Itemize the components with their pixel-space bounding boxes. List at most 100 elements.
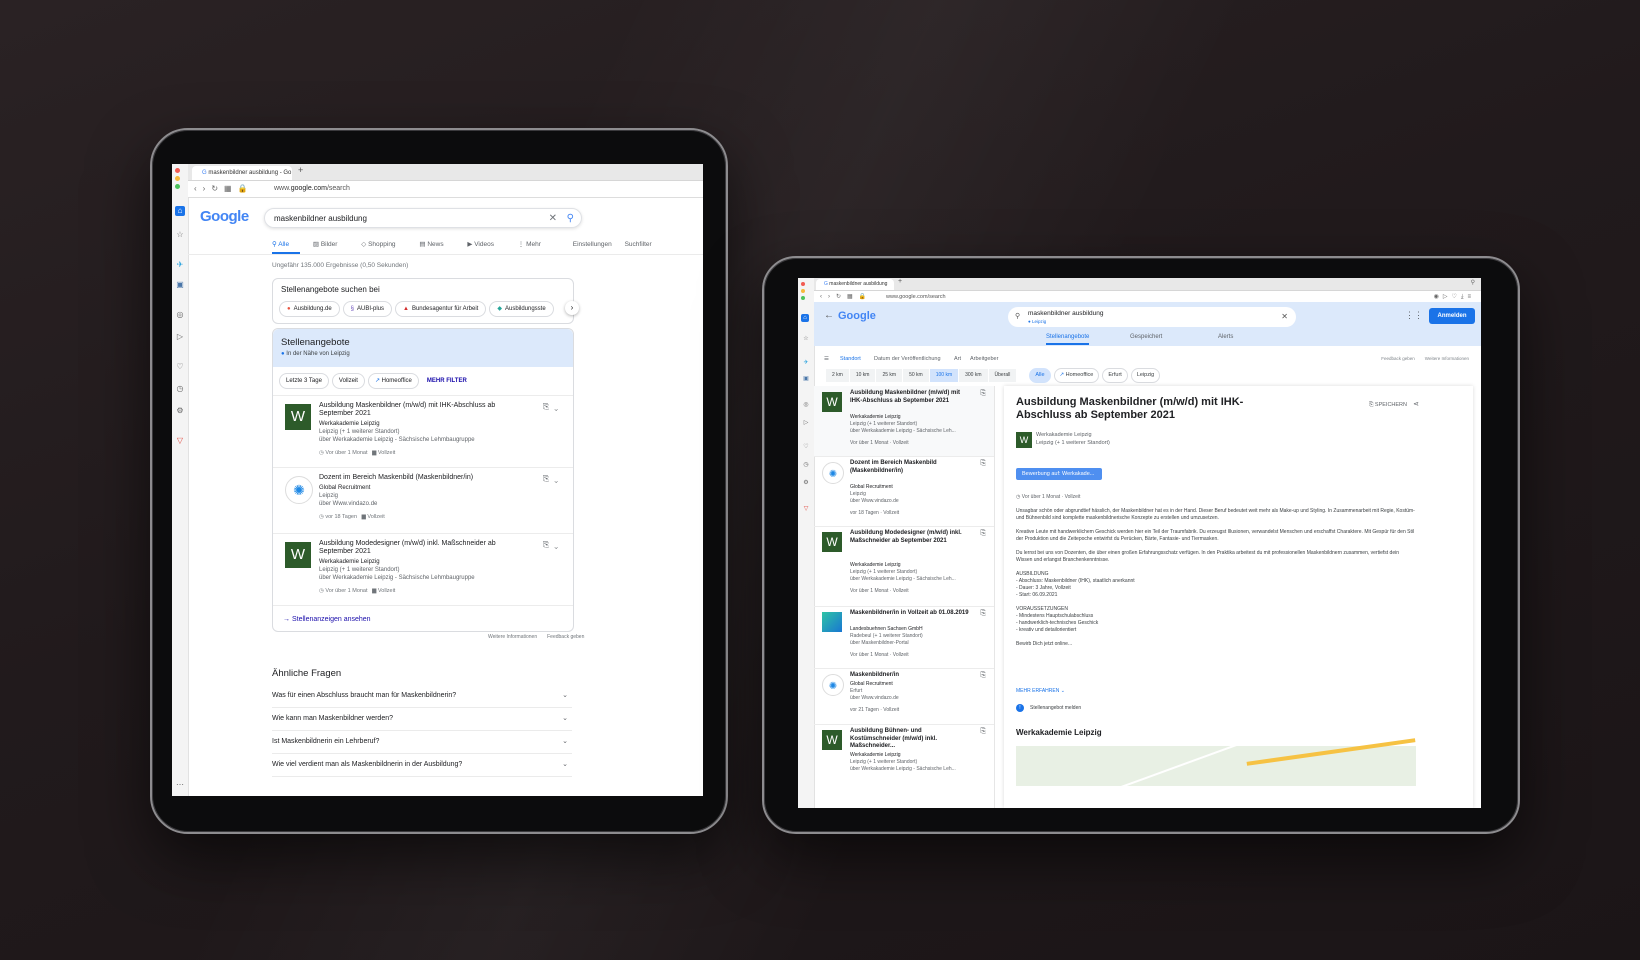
- clock-icon[interactable]: ◷: [801, 460, 811, 470]
- signin-button[interactable]: Anmelden: [1429, 308, 1475, 324]
- paa-question[interactable]: Was für einen Abschluss braucht man für …: [272, 685, 572, 708]
- chip-aubi-plus[interactable]: § AUBI-plus: [342, 301, 393, 317]
- vk-icon[interactable]: ▣: [801, 374, 811, 384]
- job-title[interactable]: Dozent im Bereich Maskenbild (Maskenbild…: [850, 460, 970, 475]
- back-icon[interactable]: ‹: [820, 294, 828, 300]
- chevron-down-icon[interactable]: ⌄: [554, 540, 563, 549]
- tab-stellenangebote[interactable]: Stellenangebote: [1046, 334, 1090, 345]
- apply-button[interactable]: Bewerbung auf: Werkakade...: [1016, 468, 1102, 480]
- url-field[interactable]: www.google.com/search: [274, 185, 350, 192]
- tab-alle[interactable]: ⚲ Alle: [272, 241, 301, 254]
- google-logo[interactable]: Google: [200, 208, 249, 225]
- chip-ausbildung-de[interactable]: ● Ausbildung.de: [279, 301, 340, 317]
- feedback-link[interactable]: Feedback geben: [1381, 356, 1415, 361]
- job-title[interactable]: Ausbildung Bühnen- und Kostümschneider (…: [850, 728, 970, 751]
- tab-news[interactable]: ▤ News: [419, 241, 454, 248]
- browser-tab[interactable]: G maskenbildner ausbildung: [816, 279, 894, 290]
- tab-suchfilter[interactable]: Suchfilter: [625, 241, 652, 248]
- chip-bundesagentur[interactable]: ▲ Bundesagentur für Arbeit: [395, 301, 487, 317]
- save-button[interactable]: ⎘ SPEICHERN ⋖: [1369, 400, 1419, 409]
- job-listing[interactable]: Maskenbildner/in in Vollzeit ab 01.08.20…: [814, 606, 994, 669]
- company-map[interactable]: [1016, 738, 1416, 792]
- job-listing[interactable]: W Ausbildung Modedesigner (m/w/d) inkl. …: [814, 526, 994, 607]
- filter-settings-icon[interactable]: ☰: [824, 356, 829, 362]
- filter-art[interactable]: Art: [954, 356, 961, 362]
- clock-icon[interactable]: ◷: [175, 384, 185, 394]
- send-icon[interactable]: ▷: [175, 332, 185, 342]
- vk-icon[interactable]: ▣: [175, 280, 185, 290]
- chip-ausbildungsstellen[interactable]: ◆ Ausbildungsste: [489, 301, 554, 317]
- bookmark-icon[interactable]: ⎘: [980, 390, 986, 398]
- home-icon[interactable]: ⌂: [801, 314, 809, 322]
- back-arrow-icon[interactable]: ←: [824, 310, 834, 321]
- gear-icon[interactable]: ⚙: [175, 406, 185, 416]
- player-icon[interactable]: ◎: [175, 310, 185, 320]
- menu-icon[interactable]: ≡: [1467, 294, 1475, 300]
- close-dot[interactable]: [175, 168, 180, 173]
- search-icon[interactable]: ⚲: [567, 209, 574, 229]
- more-icon[interactable]: ⋯: [175, 780, 185, 790]
- home-icon[interactable]: ⌂: [175, 206, 185, 216]
- grid-icon[interactable]: ▦: [847, 294, 859, 300]
- job-title[interactable]: Maskenbildner/in in Vollzeit ab 01.08.20…: [850, 610, 970, 618]
- player-icon[interactable]: ◎: [801, 400, 811, 410]
- chip-erfurt[interactable]: Erfurt: [1102, 368, 1128, 383]
- maximize-dot[interactable]: [801, 296, 805, 300]
- job-title[interactable]: Maskenbildner/in: [850, 672, 970, 680]
- vivaldi-icon[interactable]: ▽: [801, 504, 811, 514]
- heart-icon[interactable]: ♡: [175, 362, 185, 372]
- google-logo[interactable]: Google: [838, 310, 876, 322]
- filter-arbeitgeber[interactable]: Arbeitgeber: [970, 356, 998, 362]
- tab-bilder[interactable]: ▨ Bilder: [313, 241, 349, 248]
- distance-25km[interactable]: 25 km: [876, 369, 903, 382]
- bookmark-icon[interactable]: ⎘: [980, 728, 986, 736]
- bookmark-icon[interactable]: ⎘: [980, 610, 986, 618]
- paa-question[interactable]: Ist Maskenbildnerin ein Lehrberuf? ⌄: [272, 731, 572, 754]
- gear-icon[interactable]: ⚙: [801, 478, 811, 488]
- job-listing[interactable]: W Ausbildung Bühnen- und Kostümschneider…: [814, 724, 994, 784]
- url-field[interactable]: www.google.com/search: [886, 294, 946, 300]
- minimize-dot[interactable]: [801, 289, 805, 293]
- filter-homeoffice[interactable]: ↗ Homeoffice: [367, 373, 419, 389]
- minimize-dot[interactable]: [175, 176, 180, 181]
- distance-300km[interactable]: 300 km: [959, 369, 988, 382]
- jobs-search-input[interactable]: ⚲ maskenbildner ausbildung ● Leipzig ✕: [1008, 307, 1296, 327]
- grid-icon[interactable]: ▦: [224, 184, 238, 193]
- share-icon[interactable]: ⋖: [1413, 401, 1419, 408]
- more-info-link[interactable]: Weitere Informationen: [488, 634, 537, 640]
- bookmark-icon[interactable]: ⎘: [980, 672, 986, 680]
- filter-letzte-3-tage[interactable]: Letzte 3 Tage: [279, 373, 329, 389]
- paa-question[interactable]: Wie viel verdient man als Maskenbildneri…: [272, 754, 572, 777]
- heart-icon[interactable]: ♡: [801, 442, 811, 452]
- clear-icon[interactable]: ✕: [1281, 312, 1288, 321]
- read-more-button[interactable]: MEHR ERFAHREN ⌄: [1016, 688, 1065, 694]
- chevron-right-icon[interactable]: ›: [565, 301, 579, 315]
- job-listing[interactable]: ✺ Dozent im Bereich Maskenbild (Maskenbi…: [814, 456, 994, 527]
- search-tabs-icon[interactable]: ⚲: [1471, 279, 1475, 286]
- tab-alerts[interactable]: Alerts: [1218, 334, 1233, 340]
- clear-icon[interactable]: ✕: [549, 209, 557, 229]
- send-icon[interactable]: ▷: [801, 418, 811, 428]
- filter-standort[interactable]: Standort: [840, 356, 861, 362]
- reload-icon[interactable]: ↻: [211, 184, 224, 193]
- bookmark-icon[interactable]: ⎘: [543, 474, 554, 483]
- maximize-dot[interactable]: [175, 184, 180, 189]
- star-icon[interactable]: ☆: [175, 230, 185, 240]
- chevron-down-icon[interactable]: ⌄: [554, 474, 563, 483]
- bookmark-icon[interactable]: ⎘: [980, 460, 986, 468]
- back-icon[interactable]: ‹: [194, 184, 203, 193]
- job-title[interactable]: Dozent im Bereich Maskenbild (Maskenbild…: [319, 474, 509, 482]
- apps-grid-icon[interactable]: ⋮⋮: [1405, 310, 1423, 321]
- search-input[interactable]: maskenbildner ausbildung ✕ ⚲: [264, 208, 582, 228]
- heart-icon[interactable]: ♡: [1451, 294, 1460, 300]
- report-job-link[interactable]: ! Stellenangebot melden: [1016, 704, 1081, 712]
- vivaldi-icon[interactable]: ▽: [175, 436, 185, 446]
- browser-tab[interactable]: G maskenbildner ausbildung - Go: [192, 166, 292, 180]
- tab-gespeichert[interactable]: Gespeichert: [1130, 334, 1162, 340]
- more-info-link[interactable]: Weitere Informationen: [1425, 356, 1469, 361]
- job-listing[interactable]: W Ausbildung Modedesigner (m/w/d) inkl. …: [273, 533, 573, 606]
- tab-videos[interactable]: ▶ Videos: [467, 241, 505, 248]
- chip-leipzig[interactable]: Leipzig: [1130, 368, 1161, 383]
- job-listing[interactable]: W Ausbildung Maskenbildner (m/w/d) mit I…: [273, 395, 573, 468]
- chevron-down-icon[interactable]: ⌄: [554, 402, 563, 411]
